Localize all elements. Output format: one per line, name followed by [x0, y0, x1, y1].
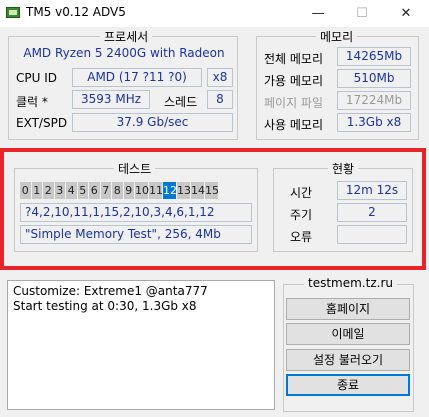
window-title: TM5 v0.12 ADV5 — [26, 5, 126, 19]
test-cell-2: 2 — [43, 182, 55, 199]
used-memory-label: 사용 메모리 — [264, 118, 324, 132]
cpuid-value: AMD (17 ?11 ?0) — [72, 68, 202, 87]
available-memory-value: 510Mb — [337, 69, 411, 88]
exit-button[interactable]: 종료 — [286, 374, 410, 396]
close-button[interactable]: ✕ — [384, 0, 428, 27]
test-group-label: 테스트 — [114, 160, 156, 177]
test-cell-11: 11 — [149, 182, 163, 199]
cpuid-count: x8 — [207, 68, 233, 87]
cycle-value: 2 — [337, 203, 407, 222]
threads-label: 스레드 — [164, 95, 198, 109]
load-settings-button[interactable]: 설정 불러오기 — [286, 349, 410, 371]
test-cell-10: 10 — [135, 182, 149, 199]
test-cell-7: 7 — [100, 182, 112, 199]
test-cell-3: 3 — [54, 182, 66, 199]
used-memory-value: 1.3Gb x8 — [337, 113, 411, 132]
test-cells: 0 1 2 3 4 5 6 7 8 9 10 11 12 13 14 15 — [20, 182, 219, 200]
test-cell-5: 5 — [77, 182, 89, 199]
memory-group-label: 메모리 — [316, 28, 358, 45]
total-memory-label: 전체 메모리 — [264, 52, 324, 66]
test-config: "Simple Memory Test", 256, 4Mb — [20, 225, 252, 244]
total-memory-value: 14265Mb — [337, 47, 411, 66]
cpu-name: AMD Ryzen 5 2400G with Radeon — [23, 46, 225, 60]
threads-value: 8 — [207, 90, 233, 109]
test-cell-0: 0 — [20, 182, 32, 199]
log-output[interactable]: Customize: Extreme1 @anta777 Start testi… — [7, 280, 275, 410]
homepage-button[interactable]: 홈페이지 — [286, 298, 410, 320]
ext-spd-value: 37.9 Gb/sec — [72, 113, 233, 132]
test-cell-13: 13 — [177, 182, 191, 199]
page-file-label: 페이지 파일 — [264, 96, 324, 110]
test-cell-4: 4 — [66, 182, 78, 199]
error-value — [337, 225, 407, 244]
cpuid-label: CPU ID — [16, 71, 57, 85]
test-cell-9: 9 — [123, 182, 135, 199]
time-value: 12m 12s — [337, 181, 407, 200]
clock-value: 3593 MHz — [72, 90, 150, 109]
page-file-value: 17224Mb — [337, 91, 411, 110]
test-cell-6: 6 — [89, 182, 101, 199]
minimize-button[interactable]: — — [296, 0, 340, 27]
available-memory-label: 가용 메모리 — [264, 74, 324, 88]
cycle-label: 주기 — [290, 208, 313, 222]
test-cell-1: 1 — [31, 182, 43, 199]
error-label: 오류 — [290, 230, 313, 244]
processor-group-label: 프로세서 — [100, 28, 153, 45]
test-sequence: ?4,2,10,11,1,15,2,10,3,4,6,1,12 — [20, 203, 252, 222]
test-cell-15: 15 — [205, 182, 219, 199]
test-cell-8: 8 — [112, 182, 124, 199]
status-group-label: 현황 — [328, 160, 359, 177]
email-button[interactable]: 이메일 — [286, 323, 410, 345]
test-cell-14: 14 — [191, 182, 205, 199]
clock-label: 클럭 * — [16, 95, 48, 109]
site-label: testmem.tz.ru — [304, 276, 397, 290]
ext-spd-label: EXT/SPD — [16, 116, 68, 130]
time-label: 시간 — [290, 186, 313, 200]
test-cell-12: 12 — [163, 182, 177, 199]
app-icon — [6, 7, 20, 18]
log-line: Start testing at 0:30, 1.3Gb x8 — [13, 299, 197, 313]
log-line: Customize: Extreme1 @anta777 — [13, 284, 208, 298]
maximize-button[interactable]: ☐ — [340, 0, 384, 27]
